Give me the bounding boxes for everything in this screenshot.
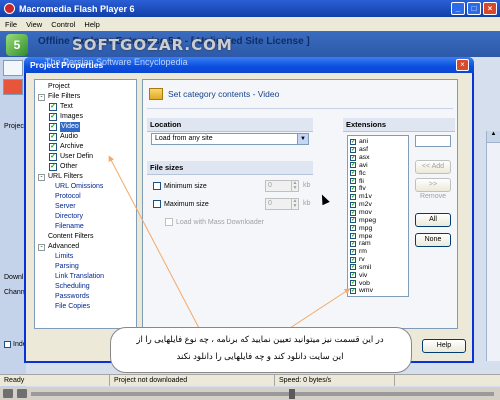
watermark-logo: SOFTGOZAR.COM	[72, 36, 233, 54]
arrow-to-tree	[108, 155, 201, 331]
annotation-line-2: این سایت دانلود کند و چه فایلهایی را دان…	[176, 351, 344, 361]
watermark-subtitle: The Persian Software Encyclopedia	[45, 57, 188, 67]
annotation-text: در این قسمت نیز میتوانید تعیین نمایید که…	[112, 331, 408, 365]
arrow-to-extensions	[289, 288, 351, 329]
annotation-line-1: در این قسمت نیز میتوانید تعیین نمایید که…	[136, 334, 384, 344]
